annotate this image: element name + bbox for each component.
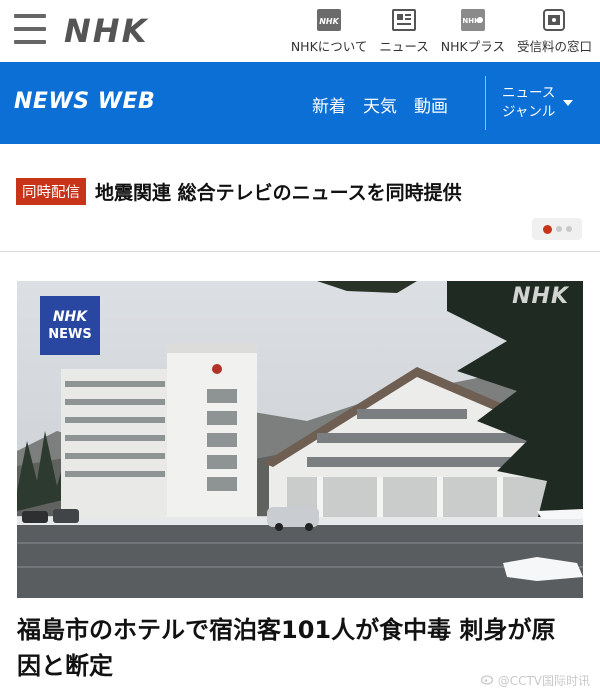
- nhk-box-icon: NHK: [316, 8, 342, 32]
- receipt-window-icon: [541, 8, 567, 32]
- menu-icon[interactable]: [14, 14, 46, 44]
- news-web-links: 新着 天気 動画: [312, 92, 448, 117]
- carousel-pager[interactable]: [532, 218, 582, 240]
- nav-receipt-window[interactable]: 受信料の窓口: [517, 8, 592, 55]
- nav-about-nhk[interactable]: NHK NHKについて: [290, 8, 368, 55]
- weibo-watermark: @CCTV国际时讯: [480, 672, 590, 689]
- news-web-bar: NEWS WEB 新着 天気 動画 ニュース ジャンル: [0, 62, 600, 144]
- caret-down-icon: [563, 100, 574, 106]
- nav-news[interactable]: ニュース: [379, 8, 429, 55]
- genre-label: ニュース ジャンル: [502, 84, 555, 122]
- weibo-watermark-text: @CCTV国际时讯: [497, 674, 590, 688]
- badge-line2: NEWS: [48, 326, 92, 342]
- nhk-plus-icon: NHK: [460, 8, 486, 32]
- pager-dot-active[interactable]: [542, 224, 552, 234]
- nav-label: ニュース: [379, 39, 429, 54]
- weibo-icon: [480, 673, 495, 688]
- top-nav: NHK NHKについて ニュース NHK NHKプラス 受信料の窓口: [291, 8, 592, 55]
- nav-label: NHKプラス: [440, 39, 505, 54]
- svg-text:NHK: NHK: [319, 17, 339, 26]
- news-genre-dropdown[interactable]: ニュース ジャンル: [502, 84, 574, 122]
- divider: [485, 76, 486, 130]
- nhk-news-badge: NHK NEWS: [40, 296, 100, 355]
- nav-label: NHKについて: [290, 39, 368, 54]
- link-weather[interactable]: 天気: [363, 92, 397, 117]
- simulcast-badge: 同時配信: [16, 178, 86, 205]
- badge-line1: NHK: [52, 308, 88, 325]
- simulcast-title: 地震関連 総合テレビのニュースを同時提供: [95, 182, 462, 204]
- section-divider: [0, 251, 600, 252]
- genre-label-line2: ジャンル: [502, 104, 556, 120]
- newspaper-icon: [391, 8, 417, 32]
- genre-label-line1: ニュース: [502, 85, 556, 101]
- nhk-watermark: NHK: [512, 284, 569, 309]
- link-video[interactable]: 動画: [414, 92, 448, 117]
- nhk-logo[interactable]: NHK: [64, 12, 148, 50]
- nav-label: 受信料の窓口: [516, 39, 592, 54]
- article-image[interactable]: NHK NEWS NHK: [17, 281, 583, 598]
- nav-nhk-plus[interactable]: NHK NHKプラス: [441, 8, 505, 55]
- link-latest[interactable]: 新着: [312, 92, 346, 117]
- site-header: NHK NHK NHKについて ニュース NHK NHKプラス 受信料の窓口: [0, 0, 600, 62]
- news-web-logo[interactable]: NEWS WEB: [14, 89, 155, 114]
- pager-dot[interactable]: [555, 226, 562, 232]
- simulcast-banner[interactable]: 同時配信 地震関連 総合テレビのニュースを同時提供: [16, 178, 462, 205]
- hotel-photo: [17, 281, 583, 598]
- pager-dot[interactable]: [565, 226, 572, 232]
